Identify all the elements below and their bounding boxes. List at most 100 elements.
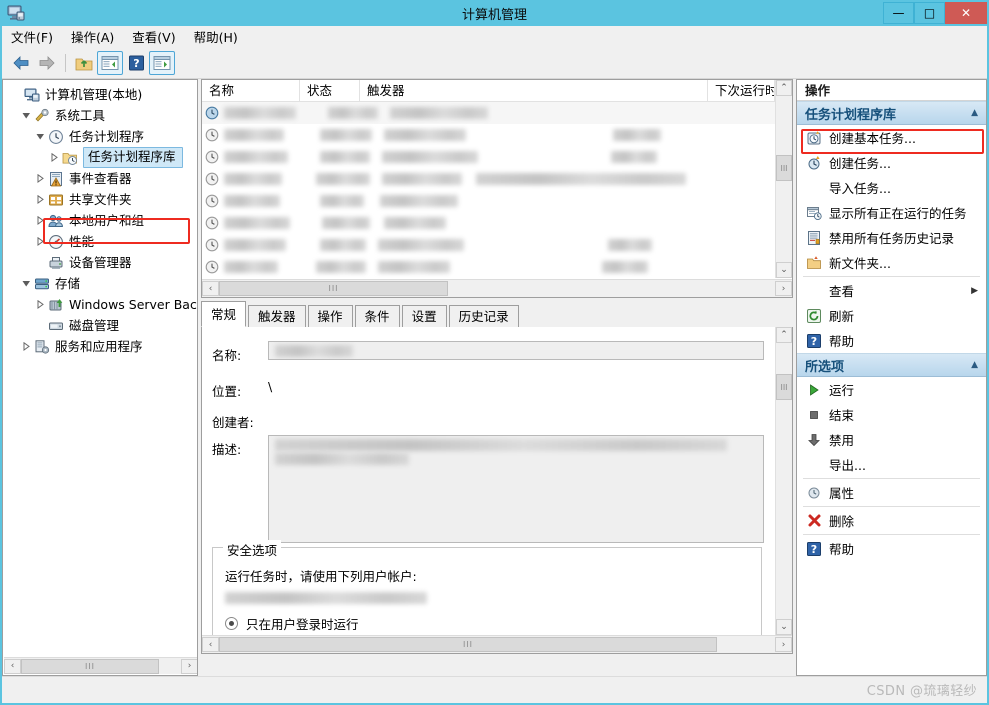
tree-item-computer-management[interactable]: 计算机管理(本地)	[3, 84, 197, 105]
chevron-up-icon[interactable]: ▲	[971, 108, 978, 118]
list-scroll-right-button[interactable]: ›	[775, 281, 792, 296]
description-textarea[interactable]	[268, 435, 764, 543]
tree-expander-expanded[interactable]	[33, 126, 47, 147]
tree-item-event-viewer[interactable]: 事件查看器	[3, 168, 197, 189]
action-disable[interactable]: 禁用	[797, 427, 986, 452]
action-properties[interactable]: 属性	[797, 480, 986, 505]
tree-expander-expanded[interactable]	[19, 105, 33, 126]
actions-group-header-library[interactable]: 任务计划程序库 ▲	[797, 101, 986, 125]
tree-item-local-users-groups[interactable]: 本地用户和组	[3, 210, 197, 231]
action-run[interactable]: 运行	[797, 377, 986, 402]
tree-scroll-thumb[interactable]: III	[21, 658, 159, 674]
menu-help[interactable]: 帮助(H)	[185, 25, 247, 48]
action-create-basic-task[interactable]: 创建基本任务...	[797, 125, 986, 150]
close-button[interactable]: ✕	[945, 2, 987, 24]
submenu-arrow-icon[interactable]: ▶	[971, 286, 978, 296]
tab-triggers[interactable]: 触发器	[248, 305, 306, 327]
task-list-horizontal-scrollbar[interactable]: ‹ III ›	[202, 279, 792, 297]
column-header-next-run-time[interactable]: 下次运行时	[708, 80, 775, 101]
list-scroll-thumb[interactable]: III	[219, 281, 448, 296]
table-row[interactable]	[202, 102, 775, 124]
action-help-library[interactable]: ? 帮助	[797, 328, 986, 353]
table-row[interactable]	[202, 146, 775, 168]
tree-item-shared-folders[interactable]: 共享文件夹	[3, 189, 197, 210]
tree-horizontal-scrollbar[interactable]: ‹ III ›	[4, 657, 197, 674]
detail-scroll-left-button[interactable]: ‹	[202, 637, 219, 652]
action-show-running-tasks[interactable]: 显示所有正在运行的任务	[797, 200, 986, 225]
tab-settings[interactable]: 设置	[401, 305, 447, 327]
minimize-button[interactable]: —	[883, 2, 914, 24]
action-refresh[interactable]: 刷新	[797, 303, 986, 328]
list-scroll-left-button[interactable]: ‹	[202, 281, 219, 296]
action-help-selected[interactable]: ? 帮助	[797, 536, 986, 561]
action-end[interactable]: 结束	[797, 402, 986, 427]
tree-item-performance[interactable]: 性能	[3, 231, 197, 252]
maximize-button[interactable]: □	[914, 2, 945, 24]
up-folder-icon[interactable]	[71, 51, 97, 75]
action-delete[interactable]: 删除	[797, 508, 986, 533]
detail-scroll-up-button[interactable]: ⌃	[776, 327, 792, 343]
tree-item-windows-server-backup[interactable]: Windows Server Back	[3, 294, 197, 315]
tree-item-services-applications[interactable]: 服务和应用程序	[3, 336, 197, 357]
tree-expander-collapsed[interactable]	[33, 168, 47, 189]
tree-expander-collapsed[interactable]	[33, 231, 47, 252]
table-row[interactable]	[202, 256, 775, 278]
tree-scroll-right-button[interactable]: ›	[181, 658, 197, 674]
action-view[interactable]: 查看 ▶	[797, 278, 986, 303]
table-row[interactable]	[202, 190, 775, 212]
show-action-pane-icon[interactable]	[149, 51, 175, 75]
detail-scroll-thumb[interactable]: III	[219, 637, 717, 652]
action-export[interactable]: 导出...	[797, 452, 986, 477]
table-row[interactable]	[202, 234, 775, 256]
chevron-up-icon[interactable]: ▲	[971, 360, 978, 370]
actions-group-header-selected-item[interactable]: 所选项 ▲	[797, 353, 986, 377]
action-import-task[interactable]: 导入任务...	[797, 175, 986, 200]
tree-item-system-tools[interactable]: 系统工具	[3, 105, 197, 126]
help-icon[interactable]: ?	[123, 51, 149, 75]
list-scroll-thumb[interactable]: III	[776, 155, 792, 181]
task-list-vertical-scrollbar[interactable]: ⌃ III ⌄	[775, 80, 792, 278]
tab-history[interactable]: 历史记录	[448, 305, 519, 327]
detail-scroll-down-button[interactable]: ⌄	[776, 619, 792, 635]
action-disable-all-task-history[interactable]: 禁用所有任务历史记录	[797, 225, 986, 250]
show-hide-tree-icon[interactable]	[97, 51, 123, 75]
detail-scroll-right-button[interactable]: ›	[775, 637, 792, 652]
tree-expander-collapsed[interactable]	[47, 147, 61, 168]
list-scroll-track[interactable]: III	[219, 281, 775, 296]
column-header-name[interactable]: 名称	[202, 80, 300, 101]
table-row[interactable]	[202, 124, 775, 146]
tree-expander-collapsed[interactable]	[33, 294, 47, 315]
tree-item-disk-management[interactable]: 磁盘管理	[3, 315, 197, 336]
tree-item-storage[interactable]: 存储	[3, 273, 197, 294]
table-row[interactable]	[202, 168, 775, 190]
name-input[interactable]	[268, 341, 764, 360]
radio-button[interactable]	[225, 617, 238, 630]
tree-expander-expanded[interactable]	[19, 273, 33, 294]
column-header-triggers[interactable]: 触发器	[360, 80, 708, 101]
tree-scroll-track[interactable]: III	[21, 658, 181, 674]
tree-item-device-manager[interactable]: 设备管理器	[3, 252, 197, 273]
detail-horizontal-scrollbar[interactable]: ‹ III ›	[202, 635, 792, 653]
list-scroll-up-button[interactable]: ⌃	[776, 80, 792, 96]
column-header-status[interactable]: 状态	[300, 80, 360, 101]
tree-expander-collapsed[interactable]	[19, 336, 33, 357]
tree-item-task-scheduler[interactable]: 任务计划程序	[3, 126, 197, 147]
list-scroll-down-button[interactable]: ⌄	[776, 262, 792, 278]
tree-expander-collapsed[interactable]	[33, 189, 47, 210]
detail-vertical-scrollbar[interactable]: ⌃ III ⌄	[775, 327, 792, 635]
tab-actions[interactable]: 操作	[307, 305, 353, 327]
detail-scroll-track[interactable]: III	[219, 637, 775, 652]
menu-action[interactable]: 操作(A)	[62, 25, 123, 48]
menu-file[interactable]: 文件(F)	[2, 25, 62, 48]
action-new-folder[interactable]: 新文件夹...	[797, 250, 986, 275]
menu-view[interactable]: 查看(V)	[123, 25, 184, 48]
detail-scroll-thumb[interactable]: III	[776, 374, 792, 400]
tab-conditions[interactable]: 条件	[354, 305, 400, 327]
radio-run-only-when-logged-on[interactable]: 只在用户登录时运行	[225, 614, 359, 633]
tree-item-task-scheduler-library[interactable]: 任务计划程序库	[3, 147, 197, 168]
action-create-task[interactable]: 创建任务...	[797, 150, 986, 175]
back-icon[interactable]	[8, 51, 34, 75]
tree-scroll-left-button[interactable]: ‹	[4, 658, 21, 674]
forward-icon[interactable]	[34, 51, 60, 75]
tree-expander-collapsed[interactable]	[33, 210, 47, 231]
